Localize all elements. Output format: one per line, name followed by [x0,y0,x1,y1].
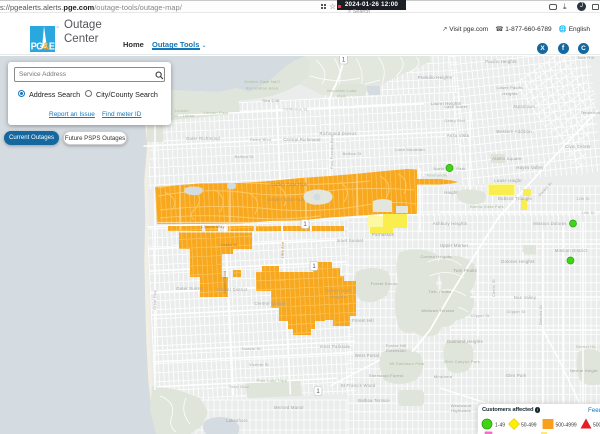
svg-text:Lone Mountain: Lone Mountain [395,147,425,152]
svg-text:Golden Gate: Golden Gate [325,288,352,293]
svg-text:Lower Haight: Lower Haight [494,178,522,183]
svg-text:Highlands: Highlands [451,408,471,413]
svg-text:California St.: California St. [283,108,308,112]
svg-text:Ashbury Heights: Ashbury Heights [433,221,467,226]
svg-text:Inner Sunset: Inner Sunset [337,238,364,243]
svg-text:Mission District: Mission District [555,248,588,253]
svg-text:Balboa Terrace: Balboa Terrace [358,398,390,403]
svg-text:Panhandle: Panhandle [427,173,448,178]
svg-text:Mountain Lake: Mountain Lake [327,88,357,93]
svg-text:Twin Peaks: Twin Peaks [453,268,477,273]
svg-text:Tenderloin: Tenderloin [581,110,600,115]
svg-text:Glen Canyon Park: Glen Canyon Park [444,359,480,364]
svg-text:Twin Peaks: Twin Peaks [429,289,452,294]
svg-text:Lakeshore: Lakeshore [226,418,248,423]
svg-text:500: 500 [593,422,600,428]
svg-text:Upper Market: Upper Market [440,243,469,248]
svg-text:Merced Manor: Merced Manor [274,405,304,410]
svg-text:Sherwood Forest: Sherwood Forest [369,373,404,378]
svg-text:West Portal: West Portal [355,353,379,358]
svg-text:Nob Hill: Nob Hill [578,56,594,60]
svg-text:Castro St: Castro St [492,279,496,297]
svg-text:Corona Heights: Corona Heights [420,254,451,259]
svg-text:Central Richmond: Central Richmond [283,137,321,142]
svg-text:Lincoln Park: Lincoln Park [203,110,228,115]
svg-text:Outer Sunset: Outer Sunset [176,286,204,291]
svg-text:Presidio Heights: Presidio Heights [418,75,453,80]
svg-text:Heights: Heights [330,294,346,299]
svg-text:14th St: 14th St [581,211,594,215]
svg-text:Balboa St: Balboa St [235,155,254,159]
svg-text:Parnassus: Parnassus [372,232,394,237]
svg-text:Western Addition: Western Addition [496,129,532,134]
svg-text:500-4999: 500-4999 [556,422,577,428]
svg-text:19th Ave: 19th Ave [281,242,285,259]
svg-text:Clipper St: Clipper St [507,310,526,314]
svg-text:Glen Park: Glen Park [506,373,528,378]
svg-text:Laurel Heights: Laurel Heights [431,101,462,106]
svg-text:50-499: 50-499 [521,422,537,428]
svg-text:Alamo Square: Alamo Square [492,156,522,161]
svg-text:Sloat Blvd: Sloat Blvd [229,385,249,389]
svg-text:Clipper St: Clipper St [471,314,490,318]
svg-text:St Francis Wood: St Francis Wood [341,383,376,388]
svg-text:Park: Park [337,94,346,99]
svg-text:Bernal Height: Bernal Height [570,368,598,373]
svg-text:Duboce Triangle: Duboce Triangle [498,196,533,201]
svg-text:Park Presidio Blvd: Park Presidio Blvd [330,135,334,169]
svg-text:Taraval St: Taraval St [241,347,261,351]
svg-text:Central Sunset: Central Sunset [254,301,286,306]
svg-text:Pine Lake Park: Pine Lake Park [257,378,288,383]
svg-text:Recreation Area: Recreation Area [246,86,279,91]
svg-text:Outer Richmond: Outer Richmond [186,136,220,141]
svg-text:Geary Blvd.: Geary Blvd. [250,138,273,142]
svg-text:Park - Lobos: Park - Lobos [170,114,195,118]
svg-text:Golden Gate Park: Golden Gate Park [267,197,305,202]
svg-text:Buena Vista Park: Buena Vista Park [470,204,504,209]
svg-text:Noe Valley: Noe Valley [514,295,537,300]
svg-text:1-49: 1-49 [495,422,505,428]
svg-text:Mission Dolores: Mission Dolores [533,221,567,226]
svg-text:Vicente St: Vicente St [249,363,269,367]
svg-text:Sea Cliff: Sea Cliff [262,98,280,103]
svg-text:Heights: Heights [502,91,517,96]
svg-text:Sunset District: Sunset District [217,287,248,292]
svg-text:Miraloma: Miraloma [434,374,453,379]
svg-text:Forest Knolls: Forest Knolls [371,281,398,286]
svg-text:Anza Vista: Anza Vista [447,133,470,138]
svg-text:Balboa St: Balboa St [343,152,362,156]
svg-text:Haight: Haight [444,190,458,195]
svg-text:Lincoln: Lincoln [175,109,189,113]
svg-text:Lower Pacific: Lower Pacific [496,85,523,90]
svg-text:Inner Parkside: Inner Parkside [320,344,351,349]
svg-text:Japantown: Japantown [513,104,536,109]
svg-text:Judah St: Judah St [221,243,239,247]
svg-text:Dolores Heights: Dolores Heights [501,259,535,264]
svg-text:Civic Center: Civic Center [565,144,591,149]
svg-text:Hayes Valley: Hayes Valley [516,165,544,170]
svg-text:Lincoln Way: Lincoln Way [201,225,224,229]
svg-text:Great Hwy: Great Hwy [153,290,157,310]
svg-text:Geary Blvd: Geary Blvd [444,119,465,123]
svg-text:Richmond District: Richmond District [319,131,357,136]
svg-text:Golden Gate Park: Golden Gate Park [270,182,308,187]
svg-text:Sunset Blvd: Sunset Blvd [223,270,227,293]
svg-text:Mt Davidson Park: Mt Davidson Park [390,361,425,366]
svg-text:Park: Park [456,166,465,171]
svg-text:Diamond Heights: Diamond Heights [447,339,483,344]
svg-text:12th St: 12th St [576,197,589,201]
svg-text:North: North [433,166,444,171]
svg-text:Bernal He...: Bernal He... [576,344,600,349]
svg-text:Golden Gate Nat'l: Golden Gate Nat'l [244,79,280,84]
svg-text:Forest Hill: Forest Hill [352,318,374,323]
svg-text:Midtown Terrace: Midtown Terrace [421,308,455,313]
svg-text:Extension: Extension [386,348,406,353]
svg-text:Dolores St: Dolores St [539,305,543,325]
svg-text:Pacific Heights: Pacific Heights [485,59,516,64]
